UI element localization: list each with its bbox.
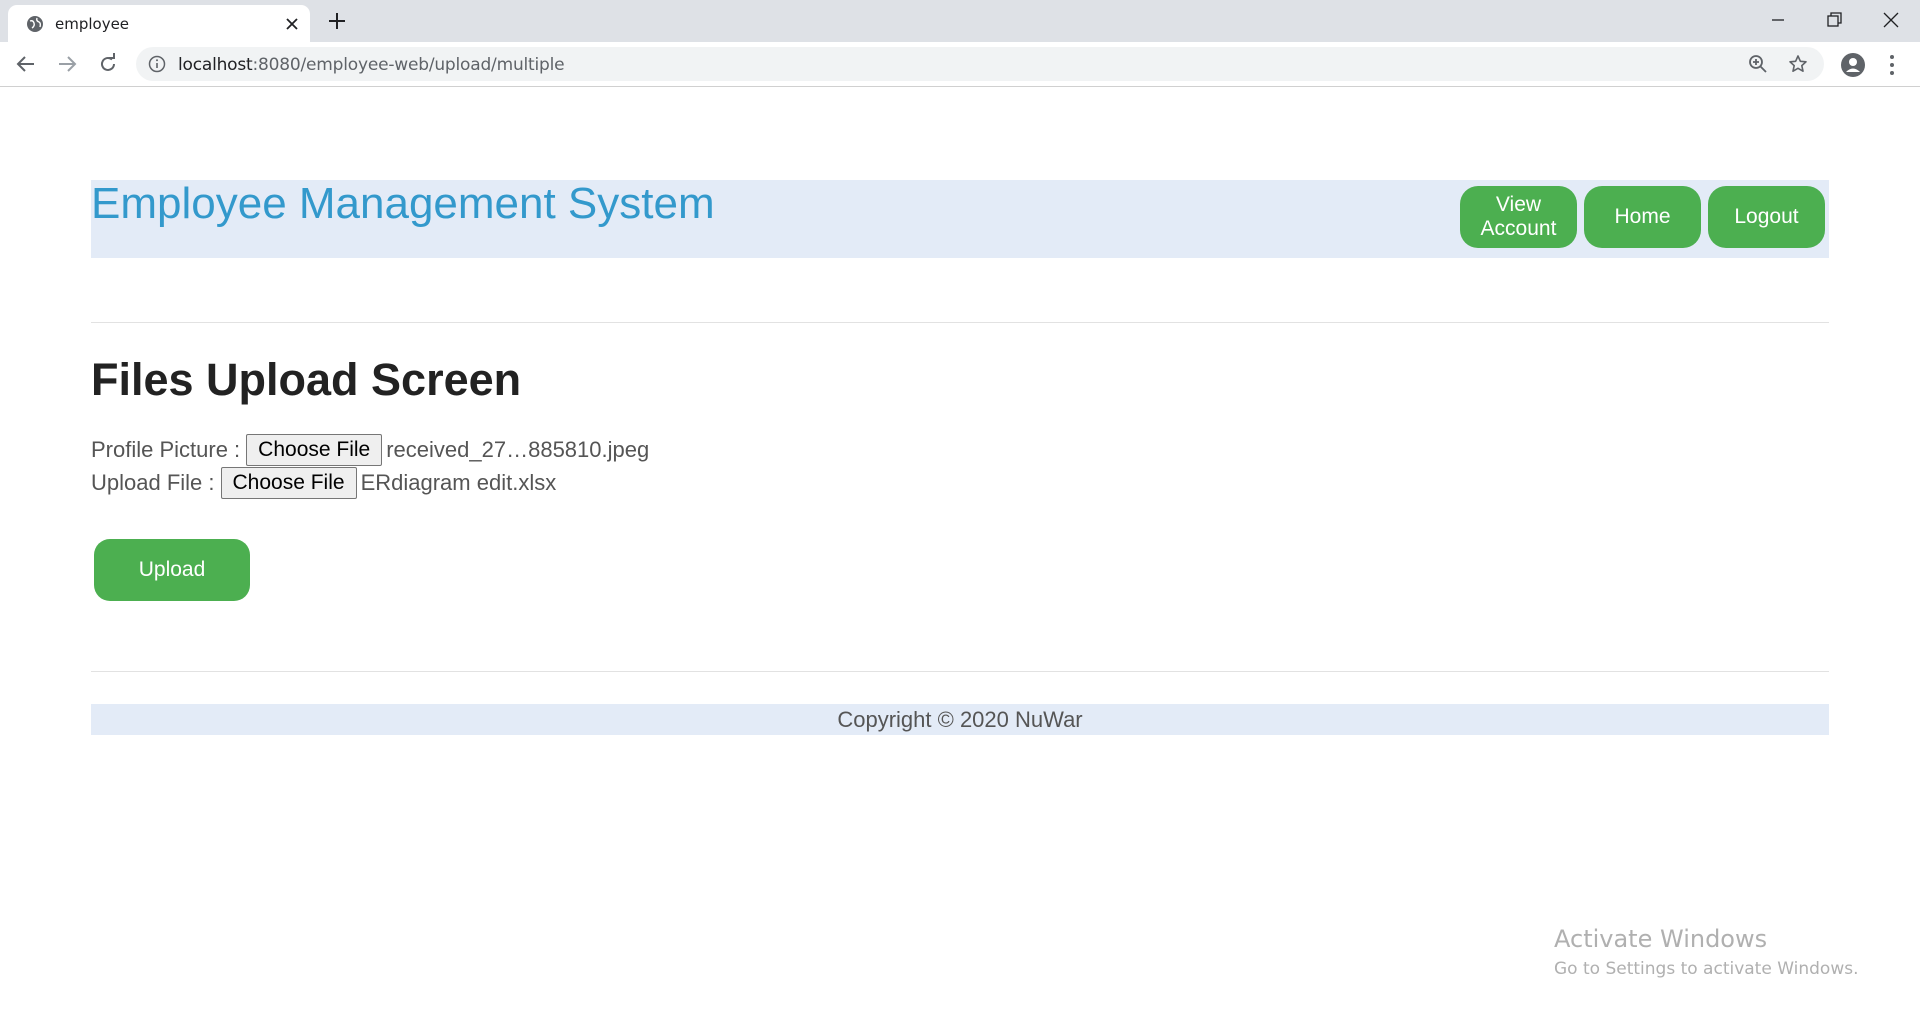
footer: Copyright © 2020 NuWar [91, 704, 1829, 735]
zoom-icon[interactable] [1748, 54, 1768, 74]
home-button[interactable]: Home [1584, 186, 1701, 248]
view-account-button[interactable]: View Account [1460, 186, 1577, 248]
divider [91, 322, 1829, 323]
header-nav: View Account Home Logout [1460, 186, 1825, 248]
minimize-icon[interactable] [1766, 8, 1790, 32]
site-title: Employee Management System [91, 179, 715, 228]
star-icon[interactable] [1788, 54, 1808, 74]
url-text[interactable]: localhost:8080/employee-web/upload/multi… [178, 55, 565, 75]
upload-file-row: Upload File : Choose File ERdiagram edit… [91, 467, 556, 499]
browser-tab-strip: employee [0, 0, 1920, 42]
upload-file-filename: ERdiagram edit.xlsx [360, 470, 557, 495]
profile-picture-choose-file-button[interactable]: Choose File [246, 434, 383, 466]
copyright-text: Copyright © 2020 NuWar [837, 707, 1083, 732]
profile-picture-label: Profile Picture : [91, 437, 241, 462]
url-host: localhost [178, 55, 253, 75]
watermark-subtitle: Go to Settings to activate Windows. [1554, 959, 1859, 979]
upload-button[interactable]: Upload [94, 539, 250, 601]
divider [91, 671, 1829, 672]
upload-file-choose-file-button[interactable]: Choose File [220, 467, 357, 499]
profile-picture-row: Profile Picture : Choose File received_2… [91, 434, 649, 466]
profile-icon[interactable] [1840, 52, 1866, 78]
back-arrow-icon[interactable] [14, 52, 38, 76]
windows-activation-watermark: Activate Windows Go to Settings to activ… [1554, 925, 1859, 979]
browser-tab[interactable]: employee [8, 5, 310, 42]
plus-icon[interactable] [326, 10, 348, 32]
browser-toolbar: localhost:8080/employee-web/upload/multi… [0, 42, 1920, 87]
profile-picture-filename: received_27…885810.jpeg [386, 437, 650, 462]
url-path: :8080/employee-web/upload/multiple [252, 55, 565, 75]
address-bar[interactable]: localhost:8080/employee-web/upload/multi… [136, 47, 1824, 81]
watermark-title: Activate Windows [1554, 925, 1768, 953]
forward-arrow-icon[interactable] [55, 52, 79, 76]
page-title: Files Upload Screen [91, 354, 522, 405]
close-icon[interactable] [283, 15, 301, 33]
info-icon[interactable] [148, 55, 166, 73]
reload-icon[interactable] [96, 52, 120, 76]
kebab-menu-icon[interactable] [1880, 52, 1904, 78]
upload-file-label: Upload File : [91, 470, 215, 495]
logout-button[interactable]: Logout [1708, 186, 1825, 248]
tab-title: employee [55, 15, 130, 33]
restore-icon[interactable] [1822, 8, 1846, 32]
close-window-icon[interactable] [1879, 8, 1903, 32]
site-header: Employee Management System View Account … [91, 179, 1829, 258]
globe-icon [27, 16, 43, 32]
